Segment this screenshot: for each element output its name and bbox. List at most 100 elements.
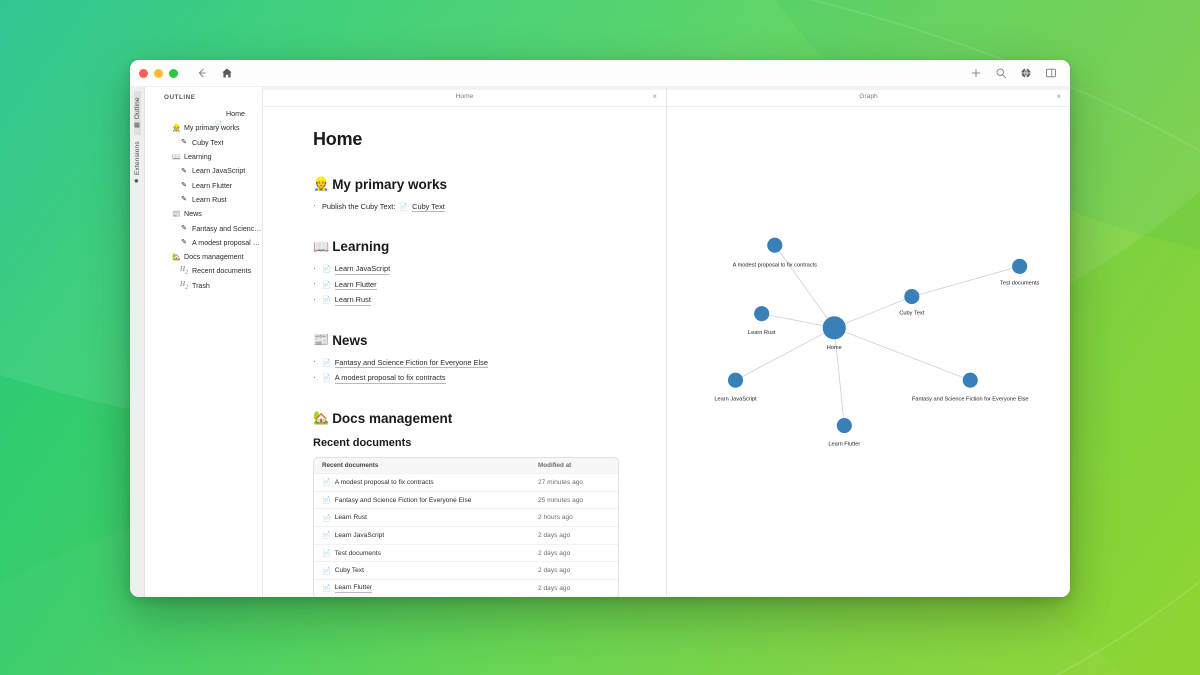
sidebar-item-label: Learning	[184, 153, 212, 161]
heading-level-icon: H2	[180, 281, 188, 291]
pane-tabbar-home: Home ×	[263, 87, 666, 107]
close-icon[interactable]: ×	[652, 93, 657, 101]
document-icon: 📄	[322, 549, 331, 557]
doc-link[interactable]: Fantasy and Science Fiction for Everyone…	[335, 358, 488, 369]
newspaper-icon: 📰	[172, 211, 180, 218]
page-title: Home	[313, 129, 666, 150]
graph-node[interactable]	[754, 306, 769, 321]
doc-link[interactable]: Learn Rust	[335, 295, 371, 306]
graph-node[interactable]	[963, 373, 978, 388]
table-row[interactable]: 📄 Learn Flutter 2 days ago	[314, 580, 618, 597]
section-docs-management: 🏡 Docs management Recent documents Recen…	[313, 410, 666, 597]
home-icon[interactable]	[221, 67, 233, 79]
document-name[interactable]: Learn Flutter	[335, 584, 372, 593]
table-row[interactable]: 📄 Test documents 2 days ago	[314, 545, 618, 563]
minimize-window-button[interactable]	[154, 69, 163, 78]
table-cell-name: 📄 Cuby Text	[322, 567, 538, 575]
table-cell-name: 📄 Fantasy and Science Fiction for Everyo…	[322, 496, 538, 504]
activity-tab-extensions[interactable]: ✹ Extensions	[134, 135, 141, 191]
section-heading-text: My primary works	[332, 177, 447, 192]
sidebar-item-label: Learn JavaScript	[192, 167, 245, 175]
globe-icon[interactable]	[1020, 67, 1032, 79]
graph-node[interactable]	[1012, 259, 1027, 274]
construction-worker-icon: 👷	[172, 125, 180, 132]
table-row[interactable]: 📄 Cuby Text 2 days ago	[314, 562, 618, 580]
plus-icon[interactable]	[970, 67, 982, 79]
subsection-heading: Recent documents	[313, 437, 666, 449]
sidebar-item-learning[interactable]: 📖 Learning	[145, 150, 262, 164]
sidebar-item-label: Recent documents	[192, 267, 251, 275]
close-window-button[interactable]	[139, 69, 148, 78]
document-icon: 📄	[322, 567, 331, 575]
recent-documents-table: Recent documents Modified at 📄 A modest …	[313, 457, 619, 597]
sidebar-item-news[interactable]: 📰 News	[145, 207, 262, 221]
document-icon: 📄	[322, 514, 331, 522]
doc-link[interactable]: Learn Flutter	[335, 280, 377, 291]
list-item: 📄 A modest proposal to fix contracts	[313, 371, 666, 387]
sidebar-item-home[interactable]: 📄 Home	[145, 107, 262, 121]
graph-node[interactable]	[904, 289, 919, 304]
table-row[interactable]: 📄 Learn Rust 2 hours ago	[314, 509, 618, 527]
sidebar-item-label: News	[184, 210, 202, 218]
graph-node[interactable]	[837, 418, 852, 433]
table-row[interactable]: 📄 Learn JavaScript 2 days ago	[314, 527, 618, 545]
document-name: Learn Rust	[335, 514, 367, 521]
doc-link[interactable]: Learn JavaScript	[335, 264, 390, 275]
sidebar-item-recent-documents[interactable]: H2 Recent documents	[145, 264, 262, 278]
titlebar-actions	[970, 67, 1061, 79]
doc-link[interactable]: A modest proposal to fix contracts	[335, 373, 446, 384]
graph-edge	[775, 245, 834, 328]
sidebar-item-label: Learn Rust	[192, 196, 227, 204]
graph-node[interactable]	[823, 316, 846, 339]
graph-node-label: A modest proposal to fix contracts	[733, 262, 818, 268]
sidebar-item-cuby-text[interactable]: ✎ Cuby Text	[145, 136, 262, 150]
pane-graph: Graph × HomeCuby TextTest documentsA mod…	[666, 87, 1070, 597]
link-icon: ✎	[180, 182, 188, 189]
document-icon: 📄	[322, 374, 331, 382]
section-list: 📄 Fantasy and Science Fiction for Everyo…	[313, 355, 666, 386]
sidebar-item-fantasy[interactable]: ✎ Fantasy and Scienc…	[145, 221, 262, 235]
sidebar-item-trash[interactable]: H2 Trash	[145, 279, 262, 293]
maximize-window-button[interactable]	[169, 69, 178, 78]
close-icon[interactable]: ×	[1056, 93, 1061, 101]
column-header-name: Recent documents	[322, 462, 538, 469]
document-icon: 📄	[322, 496, 331, 504]
link-icon: ✎	[180, 168, 188, 175]
table-row[interactable]: 📄 A modest proposal to fix contracts 27 …	[314, 474, 618, 492]
graph-node-label: Cuby Text	[899, 311, 924, 317]
split-layout-icon[interactable]	[1045, 67, 1057, 79]
table-cell-modified: 25 minutes ago	[538, 497, 610, 504]
sidebar-item-learn-javascript[interactable]: ✎ Learn JavaScript	[145, 164, 262, 178]
table-row[interactable]: 📄 Fantasy and Science Fiction for Everyo…	[314, 492, 618, 510]
sidebar-item-docs-management[interactable]: 🏡 Docs management	[145, 250, 262, 264]
doc-link[interactable]: Cuby Text	[412, 202, 445, 213]
document-icon: 📄	[322, 281, 331, 289]
sidebar-item-a-modest-proposal[interactable]: ✎ A modest proposal …	[145, 236, 262, 250]
sidebar-item-label: Learn Flutter	[192, 182, 232, 190]
sidebar-item-learn-rust[interactable]: ✎ Learn Rust	[145, 193, 262, 207]
heading-level-icon: H2	[180, 266, 188, 276]
back-arrow-icon[interactable]	[196, 67, 208, 79]
table-cell-modified: 2 hours ago	[538, 514, 610, 521]
activity-bar: ▦ Outline ✹ Extensions	[130, 87, 145, 597]
graph-view[interactable]: HomeCuby TextTest documentsA modest prop…	[667, 107, 1070, 597]
graph-node-label: Learn JavaScript	[714, 396, 757, 402]
search-icon[interactable]	[995, 67, 1007, 79]
sidebar-item-learn-flutter[interactable]: ✎ Learn Flutter	[145, 178, 262, 192]
activity-tab-outline[interactable]: ▦ Outline	[134, 91, 141, 135]
sidebar-item-label: Fantasy and Scienc…	[192, 225, 261, 233]
graph-node[interactable]	[728, 373, 743, 388]
table-header-row: Recent documents Modified at	[314, 458, 618, 474]
list-item: 📄 Learn Rust	[313, 293, 666, 309]
book-icon: 📖	[172, 154, 180, 161]
table-cell-name: 📄 A modest proposal to fix contracts	[322, 478, 538, 486]
tab-home[interactable]: Home	[263, 93, 666, 100]
link-icon: ✎	[180, 196, 188, 203]
graph-canvas[interactable]: HomeCuby TextTest documentsA modest prop…	[667, 107, 1070, 597]
graph-node[interactable]	[767, 238, 782, 253]
activity-tab-label: Outline	[134, 97, 141, 119]
sidebar-item-label: Trash	[192, 282, 210, 290]
section-heading: 🏡 Docs management	[313, 410, 666, 426]
list-item: 📄 Learn Flutter	[313, 277, 666, 293]
tab-graph[interactable]: Graph	[667, 93, 1070, 100]
